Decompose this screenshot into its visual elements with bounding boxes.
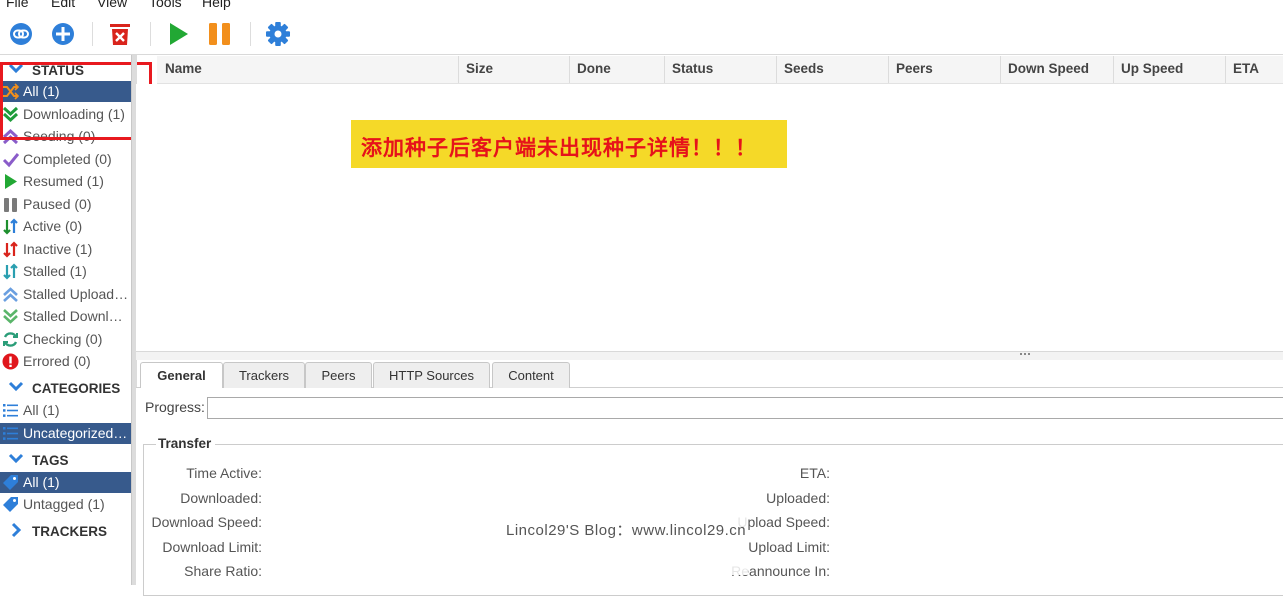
- downloaded-label: Downloaded:: [180, 490, 262, 506]
- tags-section-header[interactable]: TAGS: [0, 451, 131, 471]
- watermark: Lincol29'S Blog：www.lincol29.cn: [468, 489, 748, 575]
- column-header-up-speed[interactable]: Up Speed: [1113, 56, 1226, 83]
- upload-limit-label: Upload Limit:: [748, 539, 830, 555]
- column-header-eta[interactable]: ETA: [1225, 56, 1283, 83]
- menu-edit[interactable]: Edit: [51, 0, 75, 10]
- toolbar-separator: [150, 22, 151, 46]
- chevron-down-icon: [8, 453, 24, 464]
- chevron-down-icon: [8, 381, 24, 392]
- resume-button[interactable]: [165, 20, 193, 48]
- eta-label: ETA:: [799, 465, 830, 481]
- menu-view[interactable]: View: [97, 0, 127, 10]
- tab-http-sources[interactable]: HTTP Sources: [373, 362, 490, 388]
- status-filter-active[interactable]: Active (0): [0, 216, 131, 237]
- properties-tabs: General Trackers Peers HTTP Sources Cont…: [136, 359, 1283, 389]
- trackers-section-header[interactable]: TRACKERS: [0, 522, 131, 542]
- add-icon: [52, 23, 74, 45]
- column-header-down-speed[interactable]: Down Speed: [1000, 56, 1114, 83]
- time-active-label: Time Active:: [186, 465, 262, 481]
- status-filter-inactive[interactable]: Inactive (1): [0, 239, 131, 260]
- annotation-text: 添加种子后客户端未出现种子详情！！！: [361, 137, 757, 160]
- toolbar-separator: [92, 22, 93, 46]
- progress-label: Progress:: [145, 399, 205, 415]
- watermark-text: Lincol29'S Blog：www.lincol29.cn: [506, 522, 747, 539]
- column-header-size[interactable]: Size: [458, 56, 570, 83]
- pause-icon: [209, 23, 230, 45]
- up-down-arrows-icon: [3, 218, 18, 235]
- delete-icon: [110, 24, 130, 45]
- toolbar: [0, 14, 1283, 55]
- tab-general[interactable]: General: [140, 362, 223, 389]
- status-filter-checking[interactable]: Checking (0): [0, 329, 131, 350]
- stalled-download-icon: [3, 309, 18, 324]
- column-header-peers[interactable]: Peers: [888, 56, 1001, 83]
- checkmark-icon: [2, 153, 19, 168]
- error-icon: [2, 353, 19, 370]
- menu-help[interactable]: Help: [202, 0, 231, 10]
- tag-filter-all[interactable]: All (1): [0, 472, 131, 493]
- up-down-arrows-teal-icon: [3, 263, 18, 280]
- toolbar-separator: [250, 22, 251, 46]
- tag-icon: [3, 497, 18, 512]
- category-filter-uncategorized[interactable]: Uncategorized (1): [0, 423, 131, 444]
- status-filter-errored[interactable]: Errored (0): [0, 351, 131, 372]
- column-header-done[interactable]: Done: [569, 56, 665, 83]
- play-icon: [5, 174, 17, 189]
- categories-section-header[interactable]: CATEGORIES: [0, 379, 131, 399]
- menu-bar: File Edit View Tools Help: [0, 0, 1283, 12]
- tag-filter-untagged[interactable]: Untagged (1): [0, 494, 131, 515]
- category-filter-all[interactable]: All (1): [0, 400, 131, 421]
- tab-peers[interactable]: Peers: [305, 362, 372, 388]
- progress-bar: [207, 397, 1283, 419]
- uploaded-label: Uploaded:: [766, 490, 830, 506]
- share-ratio-label: Share Ratio:: [184, 563, 262, 579]
- options-button[interactable]: [264, 20, 292, 48]
- status-filter-stalled-downloading[interactable]: Stalled Downloading: [0, 306, 131, 327]
- download-limit-label: Download Limit:: [162, 539, 262, 555]
- annotation-banner: 添加种子后客户端未出现种子详情！！！: [351, 120, 787, 168]
- upload-speed-label: Upload Speed:: [737, 514, 830, 530]
- column-header-status[interactable]: Status: [664, 56, 777, 83]
- status-filter-stalled[interactable]: Stalled (1): [0, 261, 131, 282]
- list-icon: [3, 404, 18, 417]
- splitter-grip-icon: [1020, 353, 1030, 358]
- annotation-highlight-box: [0, 62, 152, 140]
- tag-icon: [3, 475, 18, 490]
- menu-file[interactable]: File: [6, 0, 29, 10]
- torrent-table-header: Name Size Done Status Seeds Peers Down S…: [157, 56, 1283, 84]
- tab-trackers[interactable]: Trackers: [223, 362, 305, 388]
- status-filter-paused[interactable]: Paused (0): [0, 194, 131, 215]
- up-down-arrows-red-icon: [3, 241, 18, 258]
- link-icon: [10, 23, 32, 45]
- menu-tools[interactable]: Tools: [149, 0, 182, 10]
- transfer-title: Transfer: [156, 436, 216, 451]
- add-torrent-file-button[interactable]: [49, 20, 77, 48]
- add-torrent-link-button[interactable]: [7, 20, 35, 48]
- column-header-name[interactable]: Name: [157, 56, 459, 83]
- status-filter-stalled-uploading[interactable]: Stalled Uploading: [0, 284, 131, 305]
- download-speed-label: Download Speed:: [151, 514, 262, 530]
- tab-content[interactable]: Content: [492, 362, 570, 388]
- settings-icon: [266, 22, 290, 46]
- list-icon: [3, 427, 18, 440]
- resume-icon: [170, 23, 188, 45]
- stalled-upload-icon: [3, 287, 18, 302]
- pause-button[interactable]: [206, 20, 234, 48]
- column-header-seeds[interactable]: Seeds: [776, 56, 889, 83]
- refresh-icon: [3, 332, 18, 347]
- delete-button[interactable]: [106, 20, 134, 48]
- pause-icon: [4, 198, 17, 212]
- status-filter-completed[interactable]: Completed (0): [0, 149, 131, 170]
- chevron-right-icon: [11, 522, 22, 538]
- status-filter-resumed[interactable]: Resumed (1): [0, 171, 131, 192]
